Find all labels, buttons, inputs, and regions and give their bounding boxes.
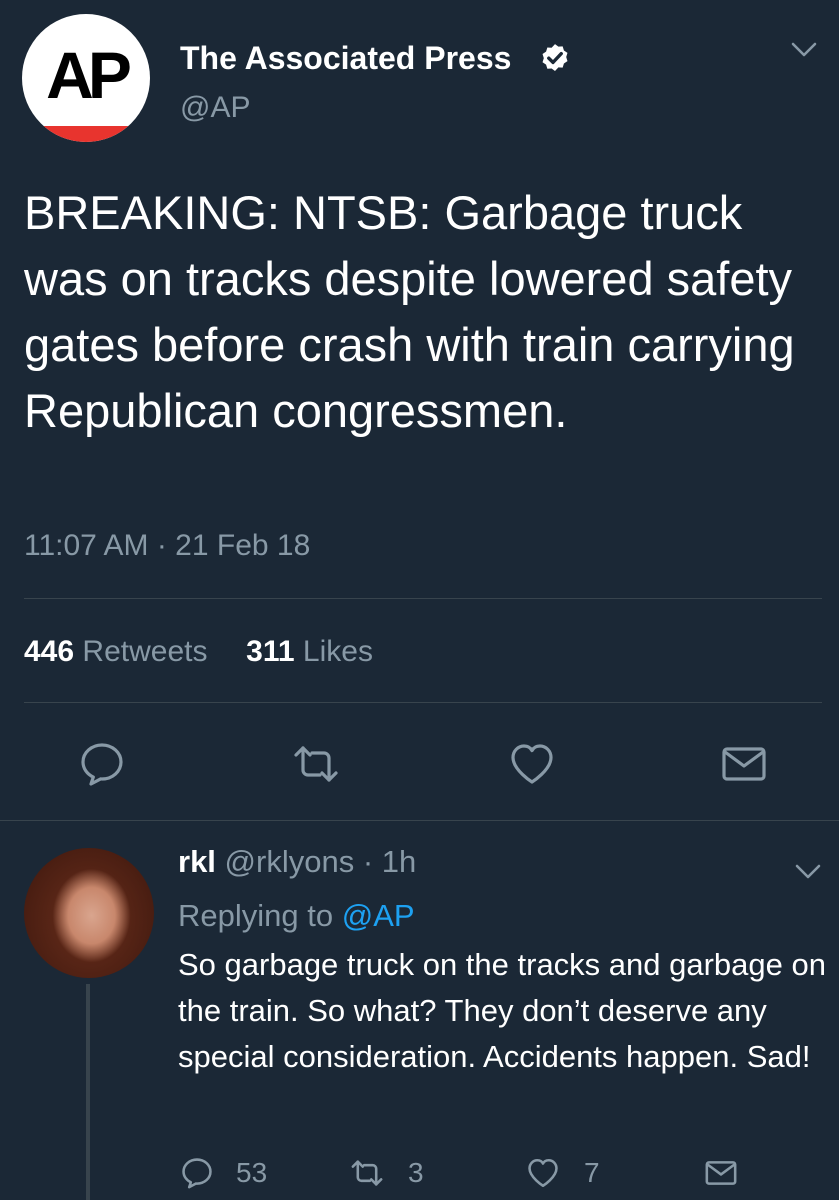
likes-count: 311 xyxy=(246,635,295,668)
verified-icon xyxy=(542,44,568,72)
dm-icon[interactable] xyxy=(704,1156,738,1190)
divider-bottom xyxy=(24,702,822,703)
likes-stat[interactable]: 311 Likes xyxy=(246,635,373,668)
retweets-count: 446 xyxy=(24,635,75,668)
retweets-stat[interactable]: 446 Retweets xyxy=(24,635,207,668)
reply-text: So garbage truck on the tracks and garba… xyxy=(178,947,826,1074)
retweet-icon[interactable] xyxy=(350,1156,384,1190)
reply-time[interactable]: 1h xyxy=(382,844,416,879)
ap-avatar[interactable]: AP xyxy=(22,14,150,142)
ap-logo-stripe xyxy=(22,126,150,142)
tweet-timestamp[interactable]: 11:07 AM · 21 Feb 18 xyxy=(24,526,310,566)
reply-icon[interactable] xyxy=(180,1156,214,1190)
author-name[interactable]: The Associated Press xyxy=(180,38,511,78)
chevron-down-icon[interactable] xyxy=(790,40,818,60)
dm-icon[interactable] xyxy=(720,740,768,788)
reply-author-handle[interactable]: @rklyons xyxy=(225,844,355,879)
chevron-down-icon[interactable] xyxy=(794,862,822,882)
like-icon[interactable] xyxy=(526,1156,560,1190)
tweet-separator xyxy=(0,820,839,821)
replying-to-link[interactable]: @AP xyxy=(342,898,415,933)
reply-author-name[interactable]: rkl xyxy=(178,844,216,879)
engagement-stats: 446 Retweets 311 Likes xyxy=(24,632,373,672)
reply-dot: · xyxy=(362,844,374,879)
tweet-text: BREAKING: NTSB: Garbage truck was on tra… xyxy=(24,186,795,437)
replying-prefix: Replying to xyxy=(178,898,334,933)
reply-like-count: 7 xyxy=(584,1157,600,1188)
reply-retweet-count: 3 xyxy=(408,1157,424,1188)
reply-avatar[interactable] xyxy=(24,848,154,978)
thread-line xyxy=(86,984,90,1200)
reply-count: 53 xyxy=(236,1157,268,1188)
retweets-label: Retweets xyxy=(82,635,208,668)
author-handle[interactable]: @AP xyxy=(180,90,250,126)
like-icon[interactable] xyxy=(508,740,556,788)
reply-icon[interactable] xyxy=(78,740,126,788)
replying-to: Replying to @AP xyxy=(178,896,415,936)
ap-logo-text: AP xyxy=(46,38,132,112)
likes-label: Likes xyxy=(302,635,373,668)
divider-top xyxy=(24,598,822,599)
retweet-icon[interactable] xyxy=(292,740,340,788)
reply-header: rkl @rklyons · 1h xyxy=(178,842,416,882)
